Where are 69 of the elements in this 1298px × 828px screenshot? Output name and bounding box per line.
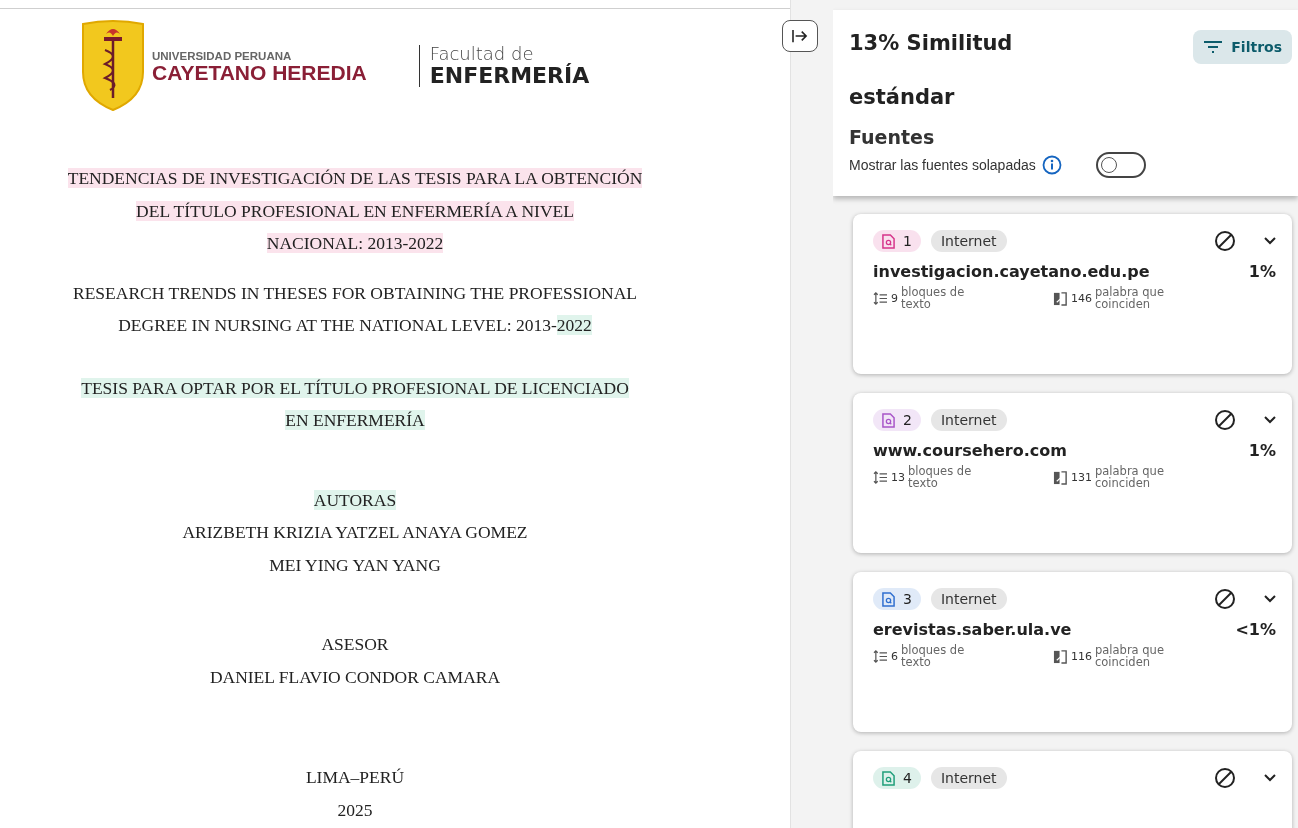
similarity-title: 13% Similitud estándar <box>849 30 1014 111</box>
highlighted-text: AUTORAS <box>313 489 397 510</box>
source-percent: 1% <box>1248 441 1276 460</box>
words-count: 131 <box>1071 471 1092 484</box>
blocks-count: 6 <box>891 650 898 663</box>
source-type-tag: Internet <box>930 230 1007 252</box>
text-blocks-icon <box>873 650 888 663</box>
source-domain: www.coursehero.com <box>873 441 1067 460</box>
blocks-label: bloques de texto <box>901 645 966 668</box>
book-icon <box>1053 649 1068 664</box>
source-type-tag: Internet <box>930 588 1007 610</box>
exclude-icon[interactable] <box>1214 230 1236 252</box>
document-text: RESEARCH TRENDS IN THESES FOR OBTAINING THE PROFESSIONAL <box>73 282 637 303</box>
source-number-badge: 2 <box>873 409 921 431</box>
document-text: MEI YING YAN YANG <box>269 554 441 575</box>
highlighted-text: NACIONAL: 2013-2022 <box>266 233 444 253</box>
source-number-badge: 4 <box>873 767 921 789</box>
overlap-label: Mostrar las fuentes solapadas <box>849 157 1036 173</box>
university-name-line: UNIVERSIDAD PERUANA <box>152 49 293 62</box>
document-text: LIMA–PERÚ <box>305 767 405 787</box>
blocks-label: bloques de texto <box>908 466 973 489</box>
exclude-icon[interactable] <box>1214 409 1236 431</box>
words-label: palabra que coinciden <box>1095 466 1165 489</box>
chevron-down-icon[interactable] <box>1264 595 1276 603</box>
document-text: DEGREE IN NURSING AT THE NATIONAL LEVEL: 2013- <box>118 315 557 335</box>
words-count: 116 <box>1071 650 1092 663</box>
highlighted-text: EN ENFERMERÍA <box>285 410 425 430</box>
book-icon <box>1053 470 1068 485</box>
source-domain: erevistas.saber.ula.ve <box>873 620 1072 639</box>
book-icon <box>1053 291 1068 306</box>
overlap-toggle[interactable] <box>1095 152 1146 178</box>
document-text: DANIEL FLAVIO CONDOR CAMARA <box>209 666 501 687</box>
blocks-count: 9 <box>891 292 898 305</box>
faculty-name-line: ENFERMERÍA <box>429 63 590 87</box>
text-blocks-icon <box>873 292 888 305</box>
blocks-label: bloques de texto <box>901 287 966 310</box>
source-type-tag: Internet <box>930 409 1007 431</box>
collapse-panel-button[interactable] <box>782 20 818 52</box>
arrow-to-right-icon <box>791 29 809 43</box>
document-text: ARIZBETH KRIZIA YATZEL ANAYA GOMEZ <box>182 522 528 542</box>
university-name-line: CAYETANO HEREDIA <box>152 61 367 83</box>
source-card[interactable]: 4 Internet <box>853 751 1292 828</box>
source-number-badge: 3 <box>873 588 921 610</box>
words-label: palabra que coinciden <box>1095 287 1165 310</box>
source-type-tag: Internet <box>930 767 1007 789</box>
document-text: ASESOR <box>321 634 389 654</box>
words-count: 146 <box>1071 292 1092 305</box>
text-blocks-icon <box>873 471 888 484</box>
source-percent: 1% <box>1248 262 1276 281</box>
info-icon[interactable] <box>1041 155 1062 175</box>
filter-icon <box>1203 40 1224 54</box>
document-text: 2025 <box>337 799 373 820</box>
source-percent: <1% <box>1235 620 1276 639</box>
highlighted-text: DEL TÍTULO PROFESIONAL EN ENFERMERÍA A NIVEL <box>136 200 574 221</box>
highlighted-text: TENDENCIAS DE INVESTIGACIÓN DE LAS TESIS PARA LA OBTENCIÓN <box>67 168 643 188</box>
section-title: Fuentes <box>849 126 936 148</box>
blocks-count: 13 <box>891 471 905 484</box>
source-domain: investigacion.cayetano.edu.pe <box>873 262 1150 281</box>
words-label: palabra que coinciden <box>1095 645 1165 668</box>
highlighted-text: TESIS PARA OPTAR POR EL TÍTULO PROFESIONAL DE LICENCIADO <box>81 377 629 398</box>
exclude-icon[interactable] <box>1214 588 1236 610</box>
highlighted-text: 2022 <box>556 315 592 335</box>
chevron-down-icon[interactable] <box>1264 237 1276 245</box>
filters-button[interactable]: Filtros <box>1193 30 1292 64</box>
source-number-badge: 1 <box>873 230 921 252</box>
chevron-down-icon[interactable] <box>1264 416 1276 424</box>
chevron-down-icon[interactable] <box>1264 774 1276 782</box>
faculty-name-line: Facultad de <box>429 45 534 64</box>
exclude-icon[interactable] <box>1214 767 1236 789</box>
